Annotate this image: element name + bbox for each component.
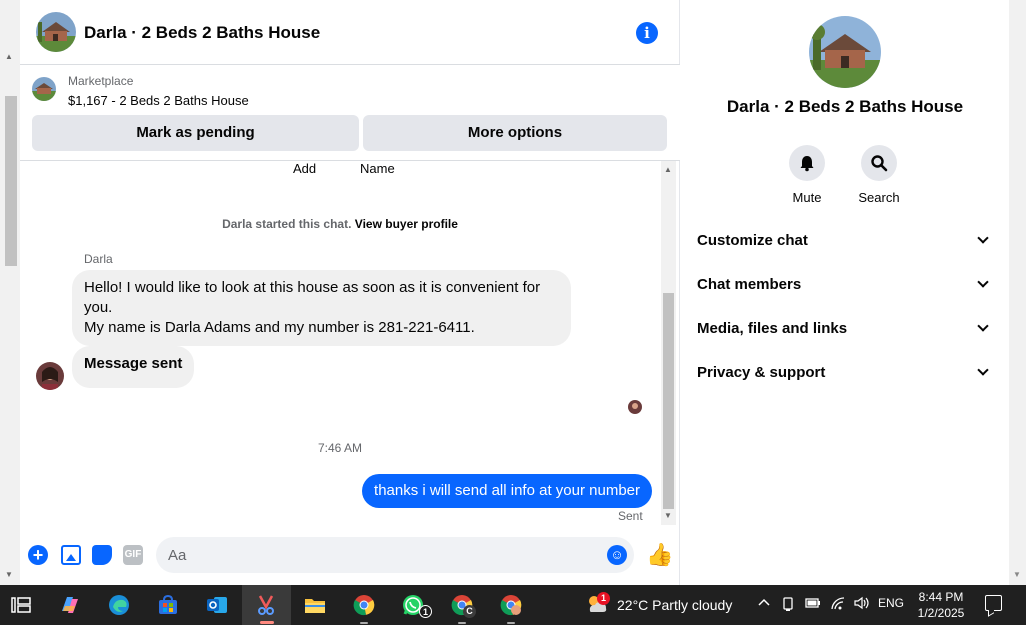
chevron-down-icon <box>977 232 989 244</box>
wifi-icon[interactable] <box>830 596 846 613</box>
clock-time: 8:44 PM <box>918 590 964 604</box>
panel-scroll-down[interactable]: ▼ <box>1013 570 1021 579</box>
thread-scrollbar[interactable]: ▲ ▼ <box>661 161 676 525</box>
chrome-profile-icon[interactable] <box>499 593 523 617</box>
chat-info-panel: Darla · 2 Beds 2 Baths House Mute Search… <box>681 0 1009 585</box>
partial-text-add: Add <box>293 161 317 176</box>
sticker-icon[interactable] <box>92 545 112 565</box>
running-indicator <box>507 622 515 624</box>
marketplace-listing: Marketplace $1,167 - 2 Beds 2 Baths Hous… <box>20 65 680 161</box>
weather-text[interactable]: 22°C Partly cloudy <box>617 597 732 613</box>
image-icon[interactable] <box>61 545 81 565</box>
chrome-icon[interactable] <box>352 593 376 617</box>
message-line: My name is Darla Adams and my number is … <box>84 319 475 336</box>
message-composer: + GIF ☺ 👍 <box>20 530 680 580</box>
search-icon <box>861 145 897 181</box>
page-scrollbar[interactable]: ▲ ▼ <box>0 0 20 585</box>
like-icon[interactable]: 👍 <box>646 542 673 568</box>
sender-name: Darla <box>84 252 113 266</box>
outgoing-message[interactable]: thanks i will send all info at your numb… <box>362 474 652 508</box>
running-indicator <box>360 622 368 624</box>
chat-start-notice: Darla started this chat. View buyer prof… <box>20 217 660 231</box>
delivery-status: Sent <box>618 509 643 523</box>
notification-icon[interactable] <box>985 595 1002 611</box>
language-indicator[interactable]: ENG <box>878 596 904 610</box>
search-button[interactable]: Search <box>849 145 909 205</box>
chat-window: Darla · 2 Beds 2 Baths House i Marketpla… <box>20 0 680 585</box>
snipping-tool-icon[interactable] <box>254 593 278 617</box>
listing-summary[interactable]: $1,167 - 2 Beds 2 Baths House <box>68 93 249 108</box>
file-explorer-icon[interactable] <box>303 593 327 617</box>
chevron-down-icon <box>977 276 989 288</box>
listing-thumbnail[interactable] <box>32 77 56 101</box>
incoming-message[interactable]: Message sent <box>72 346 195 388</box>
system-clock[interactable]: 8:44 PM 1/2/2025 <box>912 589 970 621</box>
thread-scroll-thumb[interactable] <box>663 293 674 509</box>
chat-members-section[interactable]: Chat members <box>697 268 997 304</box>
scroll-up-arrow[interactable]: ▲ <box>5 52 13 61</box>
sender-avatar[interactable] <box>36 362 64 390</box>
chat-title: Darla · 2 Beds 2 Baths House <box>84 23 321 42</box>
chevron-down-icon <box>977 320 989 332</box>
chat-start-text: Darla started this chat. <box>222 217 352 231</box>
scroll-thumb[interactable] <box>5 96 17 266</box>
speaker-icon[interactable] <box>853 596 871 613</box>
section-title: Chat members <box>697 276 802 293</box>
running-indicator <box>458 622 466 624</box>
panel-scrollbar[interactable]: ▼ <box>1009 0 1026 585</box>
incoming-message[interactable]: Hello! I would like to look at this hous… <box>72 270 571 346</box>
bell-icon <box>789 145 825 181</box>
message-input[interactable] <box>156 537 634 573</box>
info-icon[interactable]: i <box>636 22 658 44</box>
store-icon[interactable] <box>156 593 180 617</box>
chat-header: Darla · 2 Beds 2 Baths House i <box>20 0 680 65</box>
media-files-links-section[interactable]: Media, files and links <box>697 312 997 348</box>
listing-source: Marketplace <box>68 74 134 88</box>
privacy-support-section[interactable]: Privacy & support <box>697 356 997 392</box>
seen-indicator-avatar <box>628 400 642 414</box>
view-buyer-profile-link[interactable]: View buyer profile <box>355 217 458 231</box>
mute-label: Mute <box>792 190 822 205</box>
emoji-icon[interactable]: ☺ <box>607 545 627 565</box>
section-title: Privacy & support <box>697 364 826 381</box>
more-options-button[interactable]: More options <box>363 115 667 151</box>
battery-icon[interactable] <box>805 596 821 613</box>
thread-scroll-up[interactable]: ▲ <box>664 165 672 174</box>
house-avatar[interactable] <box>36 12 76 52</box>
partial-text-name: Name <box>360 161 395 176</box>
panel-title: Darla · 2 Beds 2 Baths House <box>726 97 964 116</box>
gif-icon[interactable]: GIF <box>123 545 143 565</box>
taskbar: 1 C 1 22°C Partly cloudy ENG 8:44 PM 1/2… <box>0 585 1026 625</box>
chrome-profile-badge: C <box>463 605 476 618</box>
clock-date: 1/2/2025 <box>917 606 965 620</box>
section-title: Customize chat <box>697 232 808 249</box>
device-icon[interactable] <box>781 596 795 615</box>
outlook-icon[interactable] <box>205 593 229 617</box>
copilot-icon[interactable] <box>58 593 82 617</box>
whatsapp-unread-badge: 1 <box>419 605 432 618</box>
search-label: Search <box>858 190 900 205</box>
edge-icon[interactable] <box>107 593 131 617</box>
message-thread: Add Name Darla started this chat. View b… <box>20 161 680 525</box>
plus-icon[interactable]: + <box>28 545 48 565</box>
customize-chat-section[interactable]: Customize chat <box>697 224 997 260</box>
scroll-down-arrow[interactable]: ▼ <box>5 570 13 579</box>
message-line: Hello! I would like to look at this hous… <box>84 279 541 316</box>
message-timestamp: 7:46 AM <box>317 441 363 455</box>
mute-button[interactable]: Mute <box>777 145 837 205</box>
section-title: Media, files and links <box>697 320 848 337</box>
house-avatar-large[interactable] <box>809 16 881 88</box>
chevron-up-icon[interactable] <box>757 596 771 613</box>
mark-as-pending-button[interactable]: Mark as pending <box>32 115 359 151</box>
chevron-down-icon <box>977 364 989 376</box>
weather-alert-badge: 1 <box>597 592 610 605</box>
task-view-icon[interactable] <box>9 593 33 617</box>
thread-scroll-down[interactable]: ▼ <box>664 511 672 520</box>
